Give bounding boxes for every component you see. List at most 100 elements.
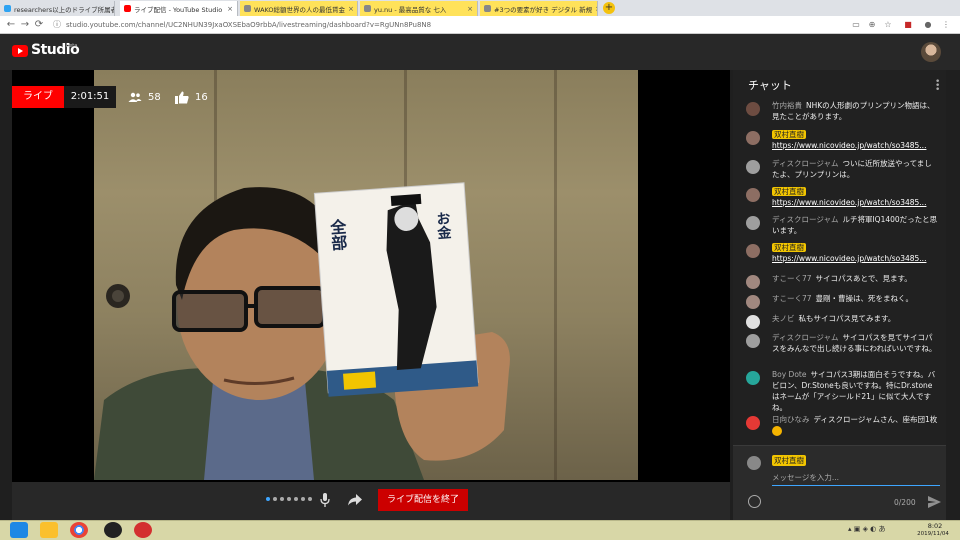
extension-icon[interactable]: ■ xyxy=(902,19,914,31)
back-icon[interactable]: ← xyxy=(4,18,18,32)
taskbar-clock-date[interactable]: 2019/11/04 xyxy=(913,531,953,537)
chat-avatar[interactable] xyxy=(746,334,760,348)
chat-author[interactable]: ディスクロージャム xyxy=(772,159,838,168)
chat-message-list[interactable]: 竹内裕貴 NHKの人形劇のプリンプリン物語は、見たことがあります。 双村直樹 ht… xyxy=(733,98,946,445)
chrome-icon[interactable] xyxy=(70,522,88,538)
chat-author[interactable]: すこーく77 xyxy=(772,274,812,283)
tab-label: #3つの要素が好き デジタル 新規 xyxy=(494,5,593,14)
url-field[interactable]: studio.youtube.com/channel/UC2NHUN39JxaO… xyxy=(66,19,431,31)
system-tray[interactable]: ▴ ▣ ◈ ◐ あ xyxy=(848,524,886,534)
menu-icon[interactable]: ⋮ xyxy=(940,19,952,31)
level-dot xyxy=(273,497,277,501)
chat-author[interactable]: 夫ノビ xyxy=(772,314,795,323)
browser-tab-3[interactable]: WAKO総額世界の人の最低賃金 × xyxy=(240,1,358,16)
end-stream-button[interactable]: ライブ配信を終了 xyxy=(378,489,468,511)
chat-avatar[interactable] xyxy=(746,216,760,230)
taskbar-clock-time[interactable]: 8:02 xyxy=(920,522,950,530)
chat-author[interactable]: すこーく77 xyxy=(772,294,812,303)
chat-author-owner[interactable]: 双村直樹 xyxy=(772,243,806,252)
streamer-illustration: 全部 お金 xyxy=(94,182,510,480)
like-count: 16 xyxy=(175,89,208,105)
chat-link[interactable]: https://www.nicovideo.jp/watch/so3485... xyxy=(772,141,926,150)
svg-text:お金: お金 xyxy=(434,211,453,240)
level-dot xyxy=(280,497,284,501)
emoji-picker-icon[interactable] xyxy=(748,495,761,508)
chat-avatar[interactable] xyxy=(746,131,760,145)
obs-icon[interactable] xyxy=(104,522,122,538)
tab-label: researchers以上のドライブ所属者 xyxy=(14,5,115,14)
chat-avatar[interactable] xyxy=(746,244,760,258)
security-app-icon[interactable] xyxy=(134,522,152,538)
tab-favicon-icon xyxy=(4,5,11,12)
chat-message: ディスクロージャム ルチ将軍IQ1400だったと思います。 xyxy=(743,214,938,236)
beta-label: beta xyxy=(66,43,78,49)
chat-author[interactable]: ディスクロージャム xyxy=(772,215,838,224)
live-badge: ライブ xyxy=(12,86,64,108)
info-icon[interactable]: ⓘ xyxy=(50,18,64,32)
chat-avatar[interactable] xyxy=(746,295,760,309)
chat-author[interactable]: 日向ひなみ xyxy=(772,415,810,424)
microphone-icon[interactable] xyxy=(320,493,330,507)
star-icon[interactable]: ☆ xyxy=(882,19,894,31)
tab-close-icon[interactable]: × xyxy=(224,5,233,13)
chat-message: ディスクロージャム サイコパスを見てサイコパスをみんなで出し続ける事にわればいいで… xyxy=(743,332,938,354)
zoom-icon[interactable]: ⊕ xyxy=(866,19,878,31)
chat-menu-icon[interactable]: • • • xyxy=(935,78,940,95)
chat-message: Boy Dote サイコパス3期は面白そうですね。バビロン、Dr.Stoneも良い… xyxy=(743,369,938,413)
chat-message: すこーく77 サイコパスあとで、見ます。 xyxy=(743,273,938,289)
ie-browser-icon[interactable] xyxy=(10,522,28,538)
chat-message: すこーく77 豊剛・曹操は、死をまねく。 xyxy=(743,293,938,309)
chat-message-input[interactable] xyxy=(772,470,940,486)
address-bar: ← → ⟳ ⓘ studio.youtube.com/channel/UC2NH… xyxy=(0,16,960,34)
chat-title: チャット xyxy=(748,79,792,92)
studio-header xyxy=(0,34,960,70)
chat-author-owner[interactable]: 双村直樹 xyxy=(772,187,806,196)
chat-message: 双村直樹 https://www.nicovideo.jp/watch/so34… xyxy=(743,129,938,151)
viewer-count-value: 58 xyxy=(148,91,161,103)
tab-favicon-icon xyxy=(244,5,251,12)
chat-message: 竹内裕貴 NHKの人形劇のプリンプリン物語は、見たことがあります。 xyxy=(743,100,938,122)
tab-close-icon[interactable]: × xyxy=(464,5,473,13)
share-icon[interactable] xyxy=(348,494,362,506)
chat-text: サイコパスあとで、見ます。 xyxy=(815,274,912,283)
chat-avatar[interactable] xyxy=(746,188,760,202)
new-tab-button[interactable]: + xyxy=(603,2,615,14)
file-explorer-icon[interactable] xyxy=(40,522,58,538)
send-icon[interactable] xyxy=(928,496,941,508)
chat-link[interactable]: https://www.nicovideo.jp/watch/so3485... xyxy=(772,254,926,263)
chat-avatar[interactable] xyxy=(746,315,760,329)
level-dot xyxy=(287,497,291,501)
character-counter: 0/200 xyxy=(894,498,916,507)
browser-tab-5[interactable]: #3つの要素が好き デジタル 新規 × xyxy=(480,1,598,16)
chat-author[interactable]: Boy Dote xyxy=(772,370,806,379)
youtube-logo-icon[interactable] xyxy=(12,45,28,57)
chat-avatar[interactable] xyxy=(746,275,760,289)
cast-icon[interactable]: ▭ xyxy=(850,19,862,31)
level-dot xyxy=(266,497,270,501)
tab-close-icon[interactable]: × xyxy=(592,5,597,13)
tab-label: ライブ配信 - YouTube Studio xyxy=(134,5,223,14)
level-dot xyxy=(308,497,312,501)
chat-message: ディスクロージャム ついに近所放送やってましたよ、プリンプリンは。 xyxy=(743,158,938,180)
profile-icon[interactable]: ● xyxy=(922,19,934,31)
chat-avatar[interactable] xyxy=(746,416,760,430)
tab-close-icon[interactable]: × xyxy=(345,5,354,13)
chat-avatar[interactable] xyxy=(746,371,760,385)
browser-tab-2[interactable]: ライブ配信 - YouTube Studio × xyxy=(120,1,238,16)
chat-author[interactable]: 竹内裕貴 xyxy=(772,101,802,110)
chat-avatar[interactable] xyxy=(746,160,760,174)
chat-message: 双村直樹 https://www.nicovideo.jp/watch/so34… xyxy=(743,242,938,264)
tab-label: WAKO総額世界の人の最低賃金 xyxy=(254,5,346,14)
browser-tab-1[interactable]: researchers以上のドライブ所属者 × xyxy=(0,1,115,16)
thumbs-up-icon xyxy=(175,91,189,104)
chat-author-owner[interactable]: 双村直樹 xyxy=(772,130,806,139)
forward-icon[interactable]: → xyxy=(18,18,32,32)
chat-author[interactable]: ディスクロージャム xyxy=(772,333,838,342)
audio-level-meter xyxy=(266,497,312,501)
chat-avatar[interactable] xyxy=(746,102,760,116)
browser-tab-4[interactable]: yu.nu - 最高品質な 七入 × xyxy=(360,1,478,16)
account-avatar[interactable] xyxy=(921,42,941,62)
chat-link[interactable]: https://www.nicovideo.jp/watch/so3485... xyxy=(772,198,926,207)
reload-icon[interactable]: ⟳ xyxy=(32,18,46,32)
tab-favicon-icon xyxy=(364,5,371,12)
